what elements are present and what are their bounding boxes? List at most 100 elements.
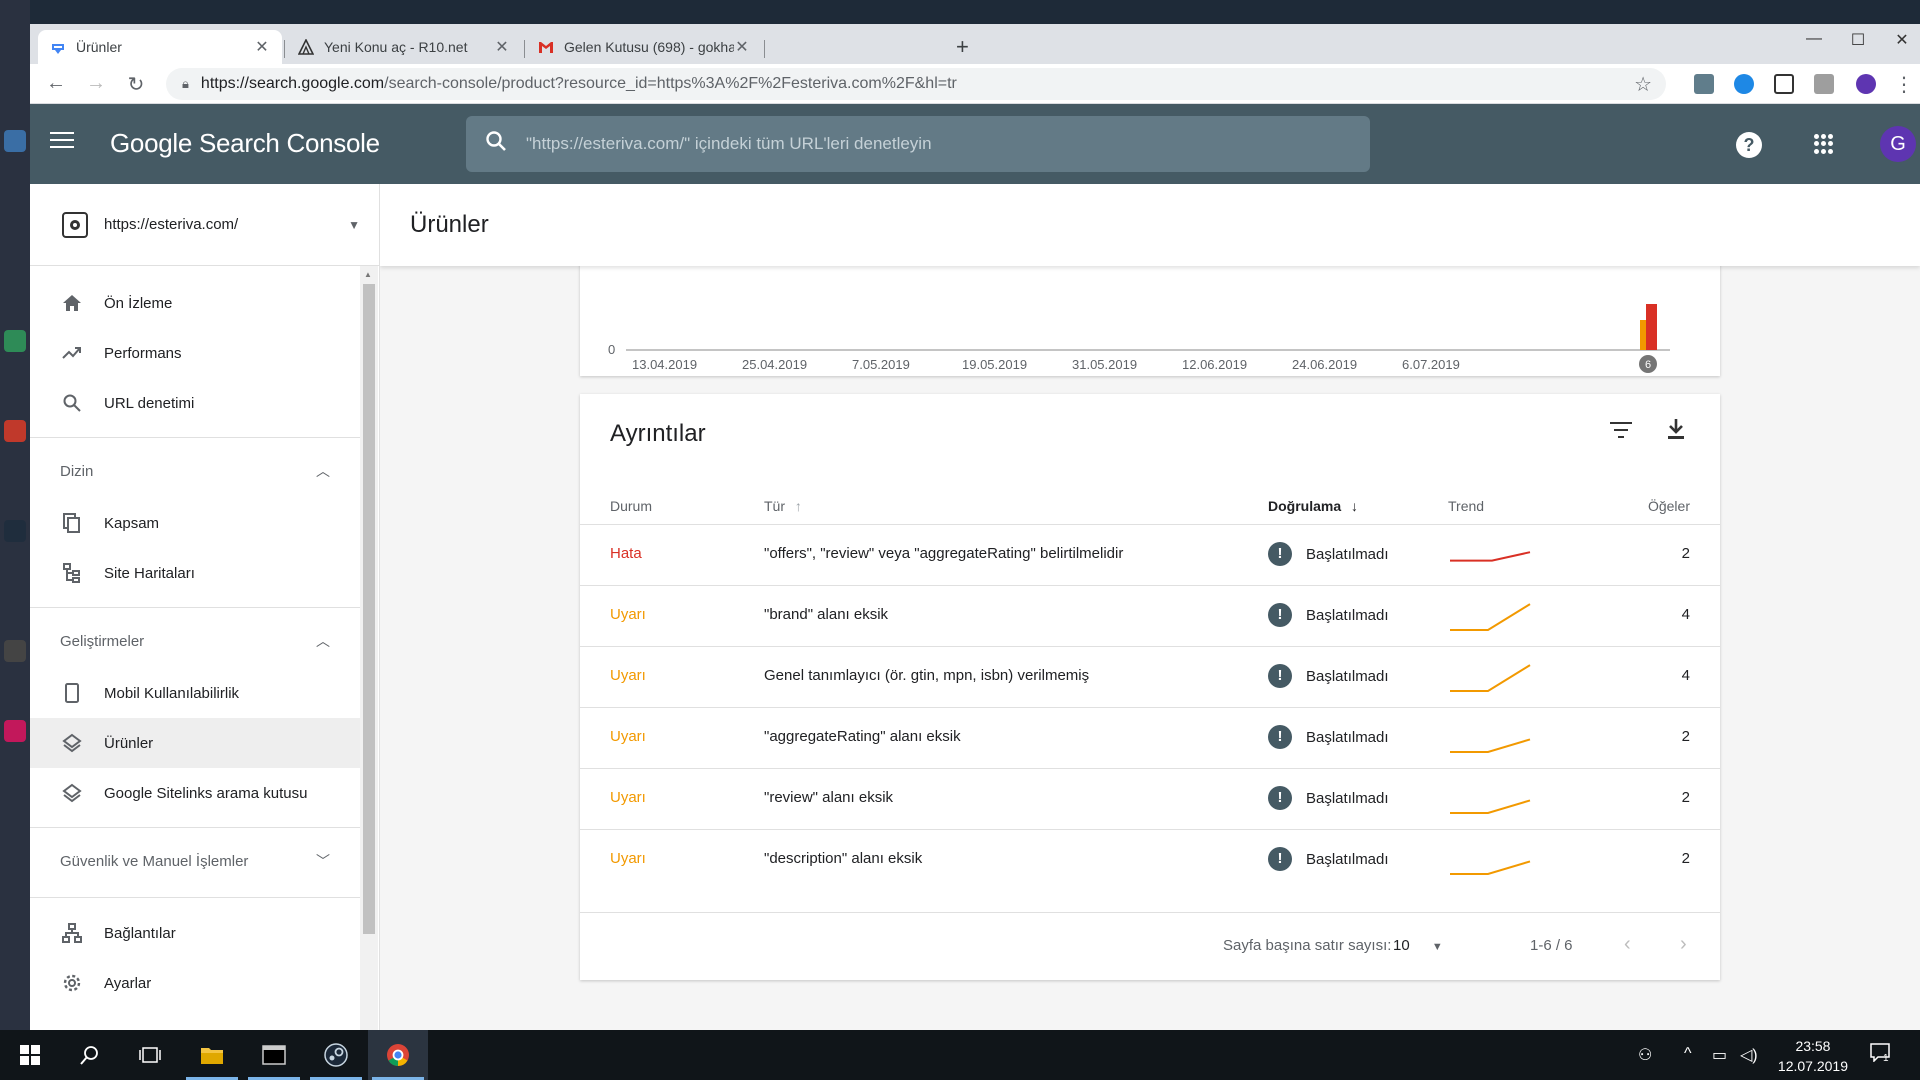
address-bar[interactable]: 🔒︎ https://search.google.com/search-cons… bbox=[166, 68, 1666, 100]
property-selector[interactable]: https://esteriva.com/ ▼ bbox=[30, 184, 379, 266]
trend-sparkline bbox=[1450, 799, 1531, 814]
trending-icon bbox=[60, 341, 84, 365]
sidebar-item-sitemaps[interactable]: Site Haritaları bbox=[30, 548, 360, 598]
sidebar-item-settings[interactable]: Ayarlar bbox=[30, 958, 360, 1008]
download-icon[interactable] bbox=[1666, 418, 1686, 446]
browser-menu-icon[interactable]: ⋮ bbox=[1892, 72, 1916, 97]
back-icon[interactable]: ← bbox=[44, 72, 68, 95]
sidebar-item-label: Ayarlar bbox=[104, 974, 152, 992]
column-header-type[interactable]: Tür ↑ bbox=[764, 498, 802, 514]
column-header-status[interactable]: Durum bbox=[610, 498, 652, 514]
table-row[interactable]: Hata "offers", "review" veya "aggregateRa… bbox=[580, 524, 1720, 585]
extension-icon[interactable] bbox=[1814, 74, 1834, 94]
row-type: Genel tanımlayıcı (ör. gtin, mpn, isbn) … bbox=[764, 667, 1090, 684]
divider bbox=[30, 827, 360, 828]
sidebar-item-performance[interactable]: Performans bbox=[30, 328, 360, 378]
tab-separator bbox=[524, 40, 525, 58]
brand-product: Search Console bbox=[198, 128, 380, 158]
terminal-icon[interactable] bbox=[244, 1030, 304, 1080]
apps-grid-icon[interactable] bbox=[1814, 134, 1834, 154]
close-tab-icon[interactable]: ✕ bbox=[734, 37, 750, 57]
forward-icon[interactable]: → bbox=[84, 72, 108, 95]
desktop-shortcut-icon[interactable] bbox=[4, 520, 26, 542]
tab-gmail[interactable]: Gelen Kutusu (698) - gokhanpola ✕ bbox=[526, 30, 762, 64]
next-page-icon[interactable]: › bbox=[1680, 933, 1687, 956]
sidebar-item-sitelinks-searchbox[interactable]: Google Sitelinks arama kutusu bbox=[30, 768, 360, 818]
extension-icon[interactable] bbox=[1734, 74, 1754, 94]
scroll-up-arrow-icon[interactable]: ▲ bbox=[364, 270, 372, 279]
desktop-shortcut-icon[interactable] bbox=[4, 130, 26, 152]
tab-r10[interactable]: Yeni Konu aç - R10.net ✕ bbox=[286, 30, 522, 64]
battery-icon[interactable]: ▭ bbox=[1712, 1045, 1727, 1065]
rows-per-page-select[interactable]: 10 ▼ bbox=[1393, 937, 1443, 954]
new-tab-icon[interactable]: + bbox=[956, 34, 969, 60]
tab-bar: Ürünler ✕ Yeni Konu aç - R10.net ✕ Gelen… bbox=[30, 24, 1920, 64]
steam-icon[interactable] bbox=[306, 1030, 366, 1080]
extension-icon[interactable] bbox=[1774, 74, 1794, 94]
sidebar-item-overview[interactable]: Ön İzleme bbox=[30, 278, 360, 328]
desktop-shortcut-icon[interactable] bbox=[4, 640, 26, 662]
table-row[interactable]: Uyarı "aggregateRating" alanı eksik! Başla… bbox=[580, 707, 1720, 768]
table-row[interactable]: Uyarı Genel tanımlayıcı (ör. gtin, mpn, i… bbox=[580, 646, 1720, 707]
tab-urunler[interactable]: Ürünler ✕ bbox=[38, 30, 282, 64]
app-logo[interactable]: Google Search Console bbox=[110, 128, 380, 159]
sidebar-scrollbar-thumb[interactable] bbox=[363, 284, 375, 934]
taskbar-clock[interactable]: 23:58 12.07.2019 bbox=[1778, 1036, 1848, 1076]
x-axis-tick-label: 31.05.2019 bbox=[1072, 357, 1137, 372]
chevron-up-icon[interactable]: ^ bbox=[1684, 1045, 1692, 1063]
maximize-icon[interactable]: ☐ bbox=[1838, 30, 1878, 50]
file-explorer-icon[interactable] bbox=[182, 1030, 242, 1080]
app-header: Google Search Console "https://esteriva.… bbox=[30, 104, 1920, 184]
task-view-icon[interactable] bbox=[120, 1030, 180, 1080]
start-icon[interactable] bbox=[0, 1030, 60, 1080]
table-row[interactable]: Uyarı "review" alanı eksik! Başlatılmadı 2 bbox=[580, 768, 1720, 829]
x-axis-tick-label: 13.04.2019 bbox=[632, 357, 697, 372]
reload-icon[interactable]: ↻ bbox=[124, 72, 148, 97]
copy-icon bbox=[60, 511, 84, 535]
column-header-validation[interactable]: Doğrulama ↓ bbox=[1268, 498, 1358, 514]
sidebar-section-security[interactable]: Güvenlik ve Manuel İşlemler ﹀ bbox=[30, 838, 360, 884]
profile-icon[interactable] bbox=[1856, 74, 1876, 94]
url-inspect-search-bar[interactable]: "https://esteriva.com/" içindeki tüm URL… bbox=[466, 116, 1370, 172]
filter-icon[interactable] bbox=[1610, 422, 1632, 440]
table-row[interactable]: Uyarı "description" alanı eksik! Başlatılm… bbox=[580, 829, 1720, 890]
table-row[interactable]: Uyarı "brand" alanı eksik! Başlatılmadı 4 bbox=[580, 585, 1720, 646]
sidebar-item-label: Google Sitelinks arama kutusu bbox=[104, 784, 308, 802]
sidebar-item-mobile-usability[interactable]: Mobil Kullanılabilirlik bbox=[30, 668, 360, 718]
sidebar-section-enhancements[interactable]: Geliştirmeler ︿ bbox=[30, 618, 360, 664]
prev-page-icon[interactable]: ‹ bbox=[1624, 933, 1631, 956]
sidebar-item-products[interactable]: Ürünler bbox=[30, 718, 360, 768]
column-header-items[interactable]: Öğeler bbox=[1648, 498, 1690, 514]
desktop-shortcut-icon[interactable] bbox=[4, 330, 26, 352]
volume-icon[interactable]: ◁) bbox=[1740, 1045, 1758, 1065]
sidebar-section-index[interactable]: Dizin ︿ bbox=[30, 448, 360, 494]
minimize-icon[interactable]: — bbox=[1794, 30, 1834, 48]
extension-icon[interactable] bbox=[1694, 74, 1714, 94]
search-icon[interactable] bbox=[60, 1030, 120, 1080]
sitemap-icon bbox=[60, 561, 84, 585]
notifications-icon[interactable]: 1 bbox=[1870, 1042, 1890, 1067]
chart-bar-warning bbox=[1640, 320, 1646, 350]
column-header-trend[interactable]: Trend bbox=[1448, 498, 1484, 514]
trend-sparkline bbox=[1450, 664, 1531, 692]
close-tab-icon[interactable]: ✕ bbox=[254, 37, 270, 57]
x-axis-tick-label: 19.05.2019 bbox=[962, 357, 1027, 372]
y-axis-zero-label: 0 bbox=[608, 342, 615, 357]
close-window-icon[interactable]: ✕ bbox=[1882, 30, 1920, 50]
sidebar-item-links[interactable]: Bağlantılar bbox=[30, 908, 360, 958]
divider bbox=[30, 607, 360, 608]
desktop-shortcut-icon[interactable] bbox=[4, 720, 26, 742]
chrome-icon[interactable] bbox=[368, 1030, 428, 1080]
help-icon[interactable]: ? bbox=[1736, 132, 1762, 158]
home-icon bbox=[60, 291, 84, 315]
desktop-shortcut-icon[interactable] bbox=[4, 420, 26, 442]
bookmark-star-icon[interactable]: ☆ bbox=[1634, 72, 1652, 97]
people-icon[interactable]: ⚇ bbox=[1638, 1045, 1652, 1065]
divider bbox=[30, 897, 360, 898]
sidebar-item-coverage[interactable]: Kapsam bbox=[30, 498, 360, 548]
avatar[interactable]: G bbox=[1880, 126, 1916, 162]
sidebar-item-url-inspection[interactable]: URL denetimi bbox=[30, 378, 360, 428]
hamburger-menu-icon[interactable] bbox=[50, 132, 74, 150]
lock-icon: 🔒︎ bbox=[182, 76, 189, 91]
close-tab-icon[interactable]: ✕ bbox=[494, 37, 510, 57]
